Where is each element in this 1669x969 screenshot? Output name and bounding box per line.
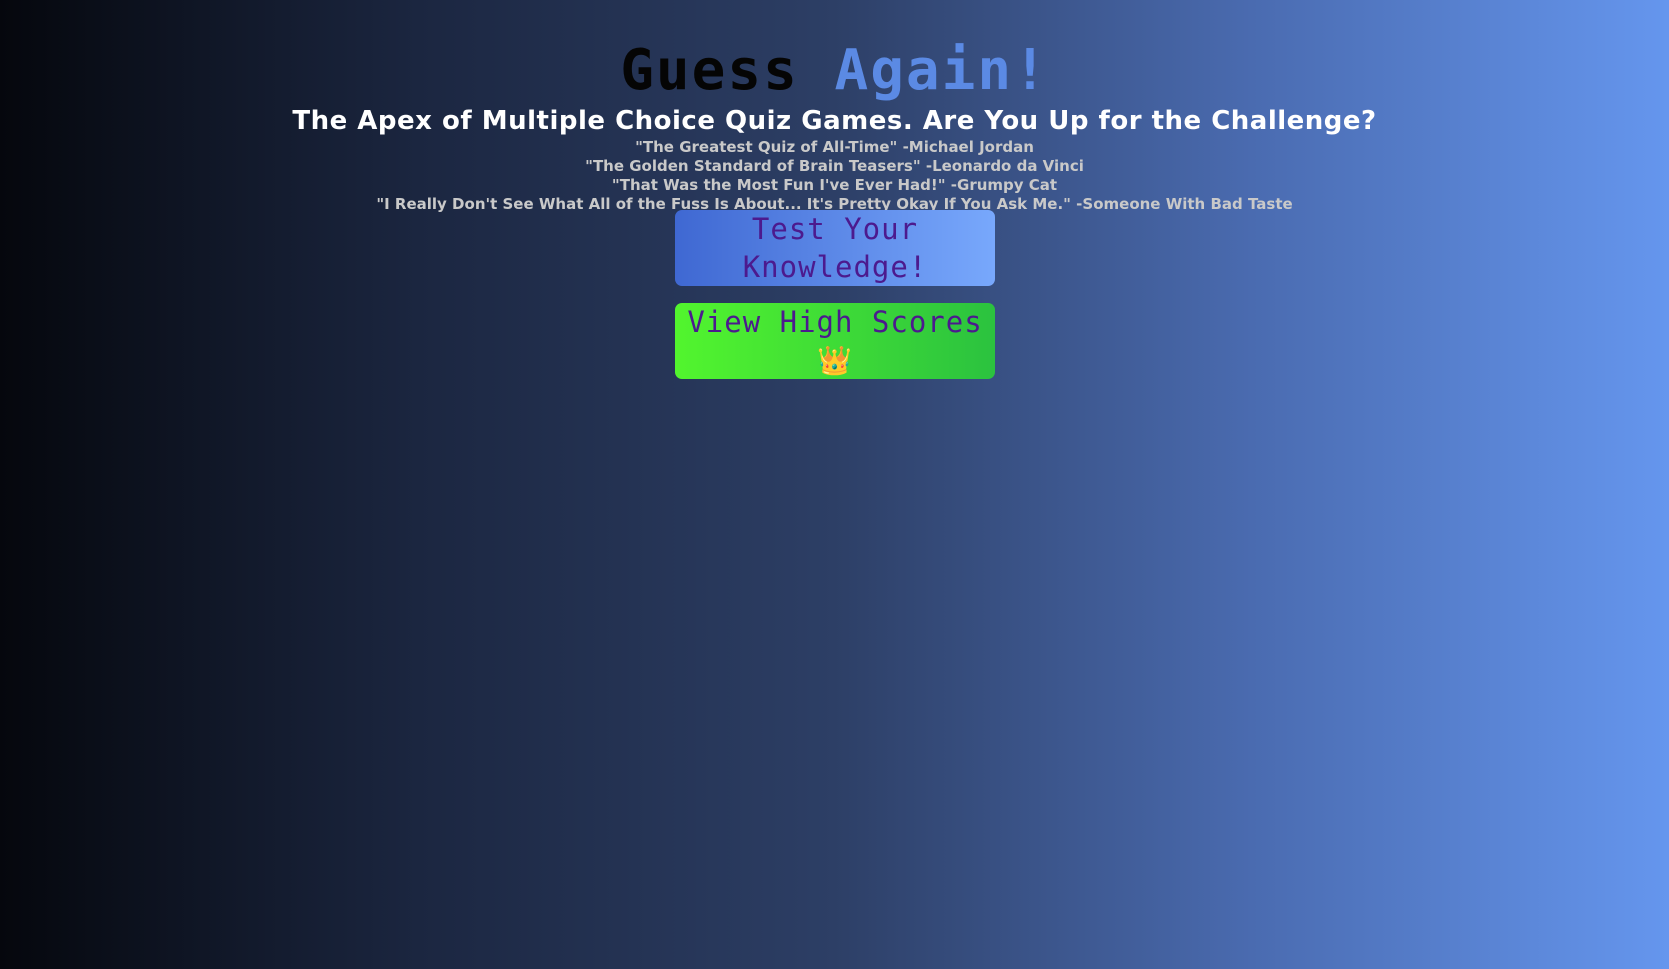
header: Guess Again! The Apex of Multiple Choice… (0, 38, 1669, 214)
quote-item: "The Greatest Quiz of All-Time" -Michael… (635, 138, 1034, 156)
test-button-line2: Knowledge! (742, 250, 928, 284)
quote-item: "The Golden Standard of Brain Teasers" -… (585, 157, 1084, 175)
scores-button-label: View High Scores (687, 305, 983, 339)
quote-item: "That Was the Most Fun I've Ever Had!" -… (611, 176, 1058, 194)
test-button-line1: Test Your (751, 212, 919, 246)
page-subtitle: The Apex of Multiple Choice Quiz Games. … (292, 106, 1377, 136)
crown-icon: 👑 (817, 344, 853, 377)
home-page: Guess Again! The Apex of Multiple Choice… (0, 0, 1669, 969)
test-your-knowledge-button[interactable]: Test Your Knowledge! (675, 210, 995, 286)
testimonial-quotes: "The Greatest Quiz of All-Time" -Michael… (0, 138, 1669, 214)
title-again: Again! (834, 38, 1049, 103)
view-high-scores-button[interactable]: View High Scores 👑 (675, 303, 995, 379)
title-guess: Guess (620, 38, 799, 103)
page-title: Guess Again! (0, 38, 1669, 104)
